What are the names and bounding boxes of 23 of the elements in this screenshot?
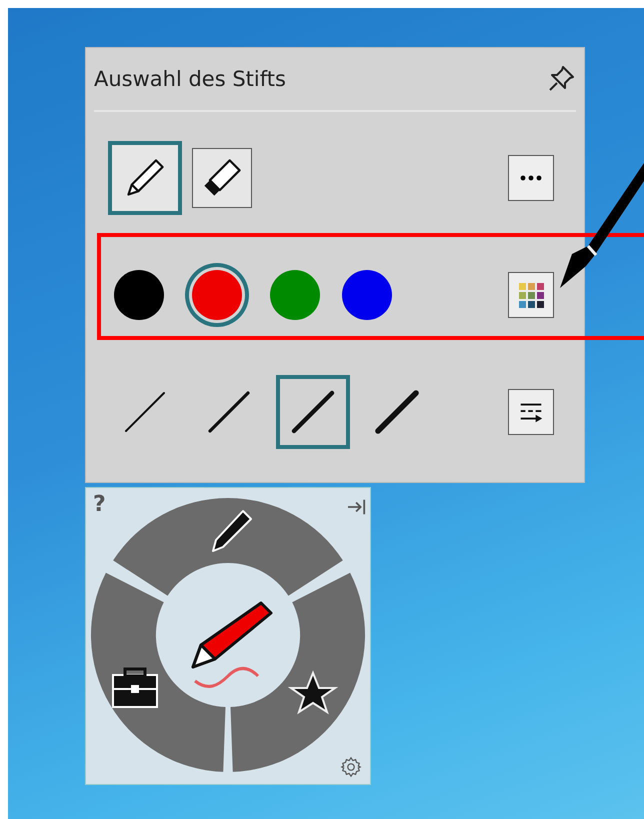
pen-type-button[interactable]: [192, 148, 252, 208]
line-width-button[interactable]: [276, 374, 350, 449]
more-options-button[interactable]: [508, 155, 554, 202]
ellipsis-icon: [519, 174, 543, 182]
color-swatch[interactable]: [342, 270, 392, 320]
toolbox-icon: [112, 668, 158, 708]
palette-grid-icon: [516, 280, 546, 310]
color-palette-button[interactable]: [508, 272, 554, 318]
line-settings-button[interactable]: [508, 388, 554, 435]
pen-icon[interactable]: [192, 602, 272, 668]
settings-icon[interactable]: [340, 756, 362, 778]
exit-arrow-icon[interactable]: [346, 498, 368, 516]
color-swatch[interactable]: [270, 270, 320, 320]
wavy-line-icon: [194, 667, 260, 688]
star-icon: [288, 670, 338, 714]
wheel-segment[interactable]: [91, 572, 226, 772]
pen-icon: [212, 510, 252, 552]
pen-type-button[interactable]: [108, 141, 182, 216]
panel-title: Auswahl des Stifts: [94, 67, 286, 91]
color-swatch[interactable]: [114, 270, 164, 320]
color-swatch[interactable]: [192, 270, 242, 320]
wheel-segment[interactable]: [230, 572, 365, 772]
help-button[interactable]: ?: [93, 492, 106, 517]
